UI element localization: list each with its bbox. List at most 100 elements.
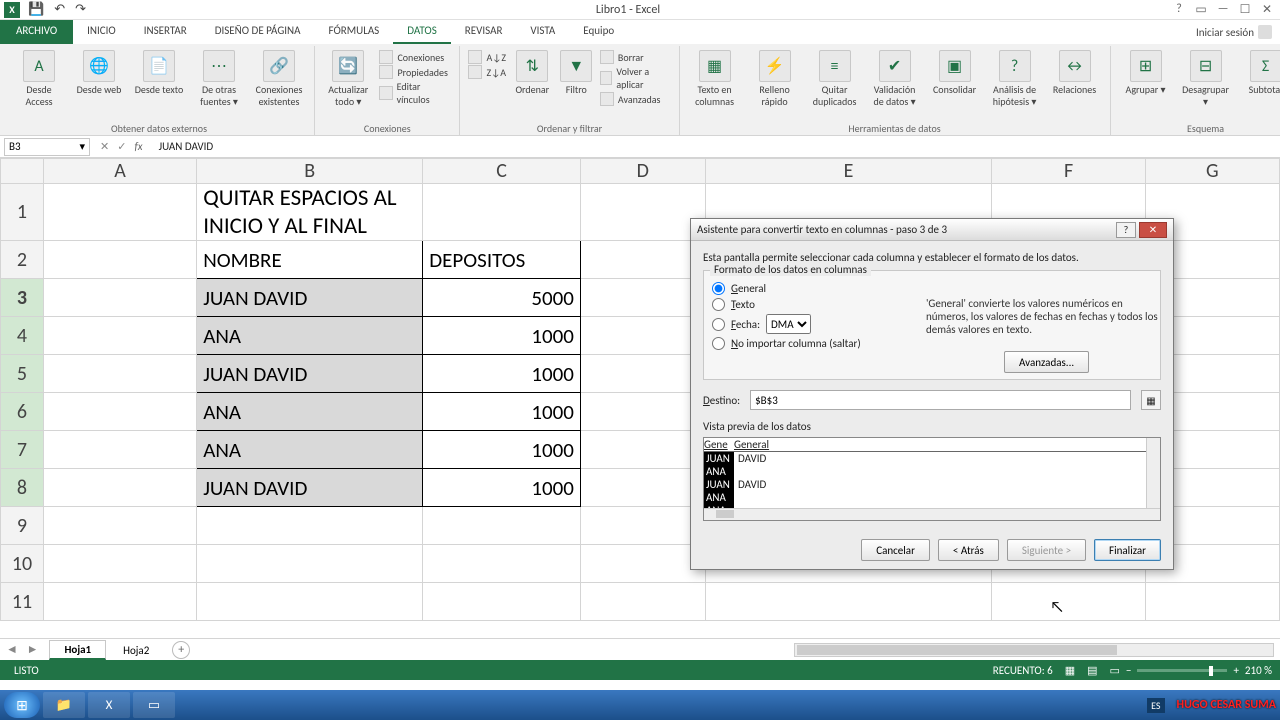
sign-in-button[interactable]: Iniciar sesión (1188, 20, 1280, 44)
cell-E11[interactable] (705, 583, 992, 621)
sheet-tab-hoja2[interactable]: Hoja2 (108, 641, 164, 659)
taskbar-excel[interactable]: X (88, 692, 130, 718)
cell-B3[interactable]: JUAN DAVID (197, 279, 423, 317)
filter-button[interactable]: ▼Filtro (559, 48, 594, 96)
cell-C5[interactable]: 1000 (423, 355, 581, 393)
start-button[interactable]: ⊞ (4, 692, 40, 718)
col-header-G[interactable]: G (1145, 159, 1279, 184)
zoom-level[interactable]: 210 % (1245, 664, 1272, 677)
close-icon[interactable]: ✕ (1258, 2, 1276, 17)
horizontal-scrollbar[interactable] (192, 643, 1274, 657)
cell-A2[interactable] (43, 241, 196, 279)
cell-C2[interactable]: DEPOSITOS (423, 241, 581, 279)
sort-asc-button[interactable]: A↓Z (468, 50, 506, 64)
group-button[interactable]: ⊞Agrupar ▾ (1119, 48, 1173, 96)
cell-C9[interactable] (423, 507, 581, 545)
cell-B11[interactable] (197, 583, 423, 621)
cell-A9[interactable] (43, 507, 196, 545)
row-header-7[interactable]: 7 (1, 431, 44, 469)
cell-B5[interactable]: JUAN DAVID (197, 355, 423, 393)
preview-hscroll[interactable] (704, 508, 1160, 520)
zoom-out-button[interactable]: − (1126, 664, 1131, 677)
col-header-E[interactable]: E (705, 159, 992, 184)
sheet-nav[interactable]: ◄ ► (6, 642, 41, 657)
radio-texto[interactable] (712, 298, 725, 311)
back-button[interactable]: < Atrás (938, 539, 999, 561)
cell-B9[interactable] (197, 507, 423, 545)
zoom-slider[interactable] (1137, 669, 1227, 672)
cell-B6[interactable]: ANA (197, 393, 423, 431)
col-header-F[interactable]: F (992, 159, 1145, 184)
cell-B7[interactable]: ANA (197, 431, 423, 469)
dialog-close-button[interactable]: ✕ (1139, 222, 1167, 238)
cell-D8[interactable] (580, 469, 705, 507)
cell-A11[interactable] (43, 583, 196, 621)
radio-fecha[interactable] (712, 318, 725, 331)
cell-C7[interactable]: 1000 (423, 431, 581, 469)
row-header-1[interactable]: 1 (1, 184, 44, 241)
flash-fill-button[interactable]: ⚡Relleno rápido (748, 48, 802, 107)
existing-connections-button[interactable]: 🔗Conexiones existentes (252, 48, 306, 107)
date-format-select[interactable]: DMA (766, 314, 811, 334)
tab-formulas[interactable]: FÓRMULAS (315, 20, 394, 44)
tab-equipo[interactable]: Equipo (569, 20, 628, 44)
cell-D9[interactable] (580, 507, 705, 545)
radio-texto-label[interactable]: Texto (731, 298, 755, 311)
row-header-5[interactable]: 5 (1, 355, 44, 393)
cell-D5[interactable] (580, 355, 705, 393)
cell-A3[interactable] (43, 279, 196, 317)
row-header-11[interactable]: 11 (1, 583, 44, 621)
preview-vscroll[interactable] (1146, 438, 1160, 508)
destination-input[interactable] (750, 390, 1131, 410)
cell-D1[interactable] (580, 184, 705, 241)
radio-no-import[interactable] (712, 337, 725, 350)
cancel-formula-icon[interactable]: ✕ (100, 140, 109, 153)
consolidate-button[interactable]: ▣Consolidar (928, 48, 982, 96)
view-page-icon[interactable]: ▤ (1087, 664, 1097, 677)
fx-icon[interactable]: fx (134, 140, 142, 153)
cell-D6[interactable] (580, 393, 705, 431)
clear-filter-button[interactable]: Borrar (600, 50, 671, 64)
dialog-title-bar[interactable]: Asistente para convertir texto en column… (691, 219, 1173, 241)
add-sheet-button[interactable]: + (172, 641, 190, 659)
cell-C6[interactable]: 1000 (423, 393, 581, 431)
tab-file[interactable]: ARCHIVO (0, 20, 73, 44)
taskbar-app[interactable]: ▭ (133, 692, 175, 718)
cell-D11[interactable] (580, 583, 705, 621)
row-header-4[interactable]: 4 (1, 317, 44, 355)
advanced-button[interactable]: Avanzadas... (1004, 351, 1089, 373)
connections-button[interactable]: Conexiones (379, 50, 451, 64)
cell-B2[interactable]: NOMBRE (197, 241, 423, 279)
sheet-tab-hoja1[interactable]: Hoja1 (49, 640, 106, 660)
reapply-button[interactable]: Volver a aplicar (600, 65, 671, 91)
from-web-button[interactable]: 🌐Desde web (72, 48, 126, 96)
col-header-C[interactable]: C (423, 159, 581, 184)
row-header-6[interactable]: 6 (1, 393, 44, 431)
subtotal-button[interactable]: ΣSubtotal (1239, 48, 1280, 96)
col-header-A[interactable]: A (43, 159, 196, 184)
row-header-10[interactable]: 10 (1, 545, 44, 583)
cell-C1[interactable] (423, 184, 581, 241)
data-validation-button[interactable]: ✔Validación de datos ▾ (868, 48, 922, 107)
text-to-columns-button[interactable]: ▦Texto en columnas (688, 48, 742, 107)
tab-inicio[interactable]: INICIO (73, 20, 130, 44)
cancel-button[interactable]: Cancelar (861, 539, 930, 561)
data-preview[interactable]: GeneGeneral JUANDAVIDANAJUANDAVIDANAANA (703, 437, 1161, 521)
radio-general-label[interactable]: General (731, 282, 766, 295)
view-normal-icon[interactable]: ▦ (1065, 664, 1075, 677)
tab-datos[interactable]: DATOS (393, 20, 451, 44)
cell-A1[interactable] (43, 184, 196, 241)
cell-F11[interactable] (992, 583, 1145, 621)
maximize-icon[interactable]: ☐ (1236, 2, 1254, 17)
name-box[interactable]: B3 ▾ (4, 138, 90, 156)
finish-button[interactable]: Finalizar (1094, 539, 1161, 561)
cell-B1[interactable]: QUITAR ESPACIOS AL INICIO Y AL FINAL (197, 184, 423, 241)
properties-button[interactable]: Propiedades (379, 65, 451, 79)
row-header-2[interactable]: 2 (1, 241, 44, 279)
cell-C4[interactable]: 1000 (423, 317, 581, 355)
cell-D2[interactable] (580, 241, 705, 279)
undo-icon[interactable]: ↶ (54, 2, 65, 17)
cell-B10[interactable] (197, 545, 423, 583)
what-if-button[interactable]: ?Análisis de hipótesis ▾ (988, 48, 1042, 107)
cell-A8[interactable] (43, 469, 196, 507)
